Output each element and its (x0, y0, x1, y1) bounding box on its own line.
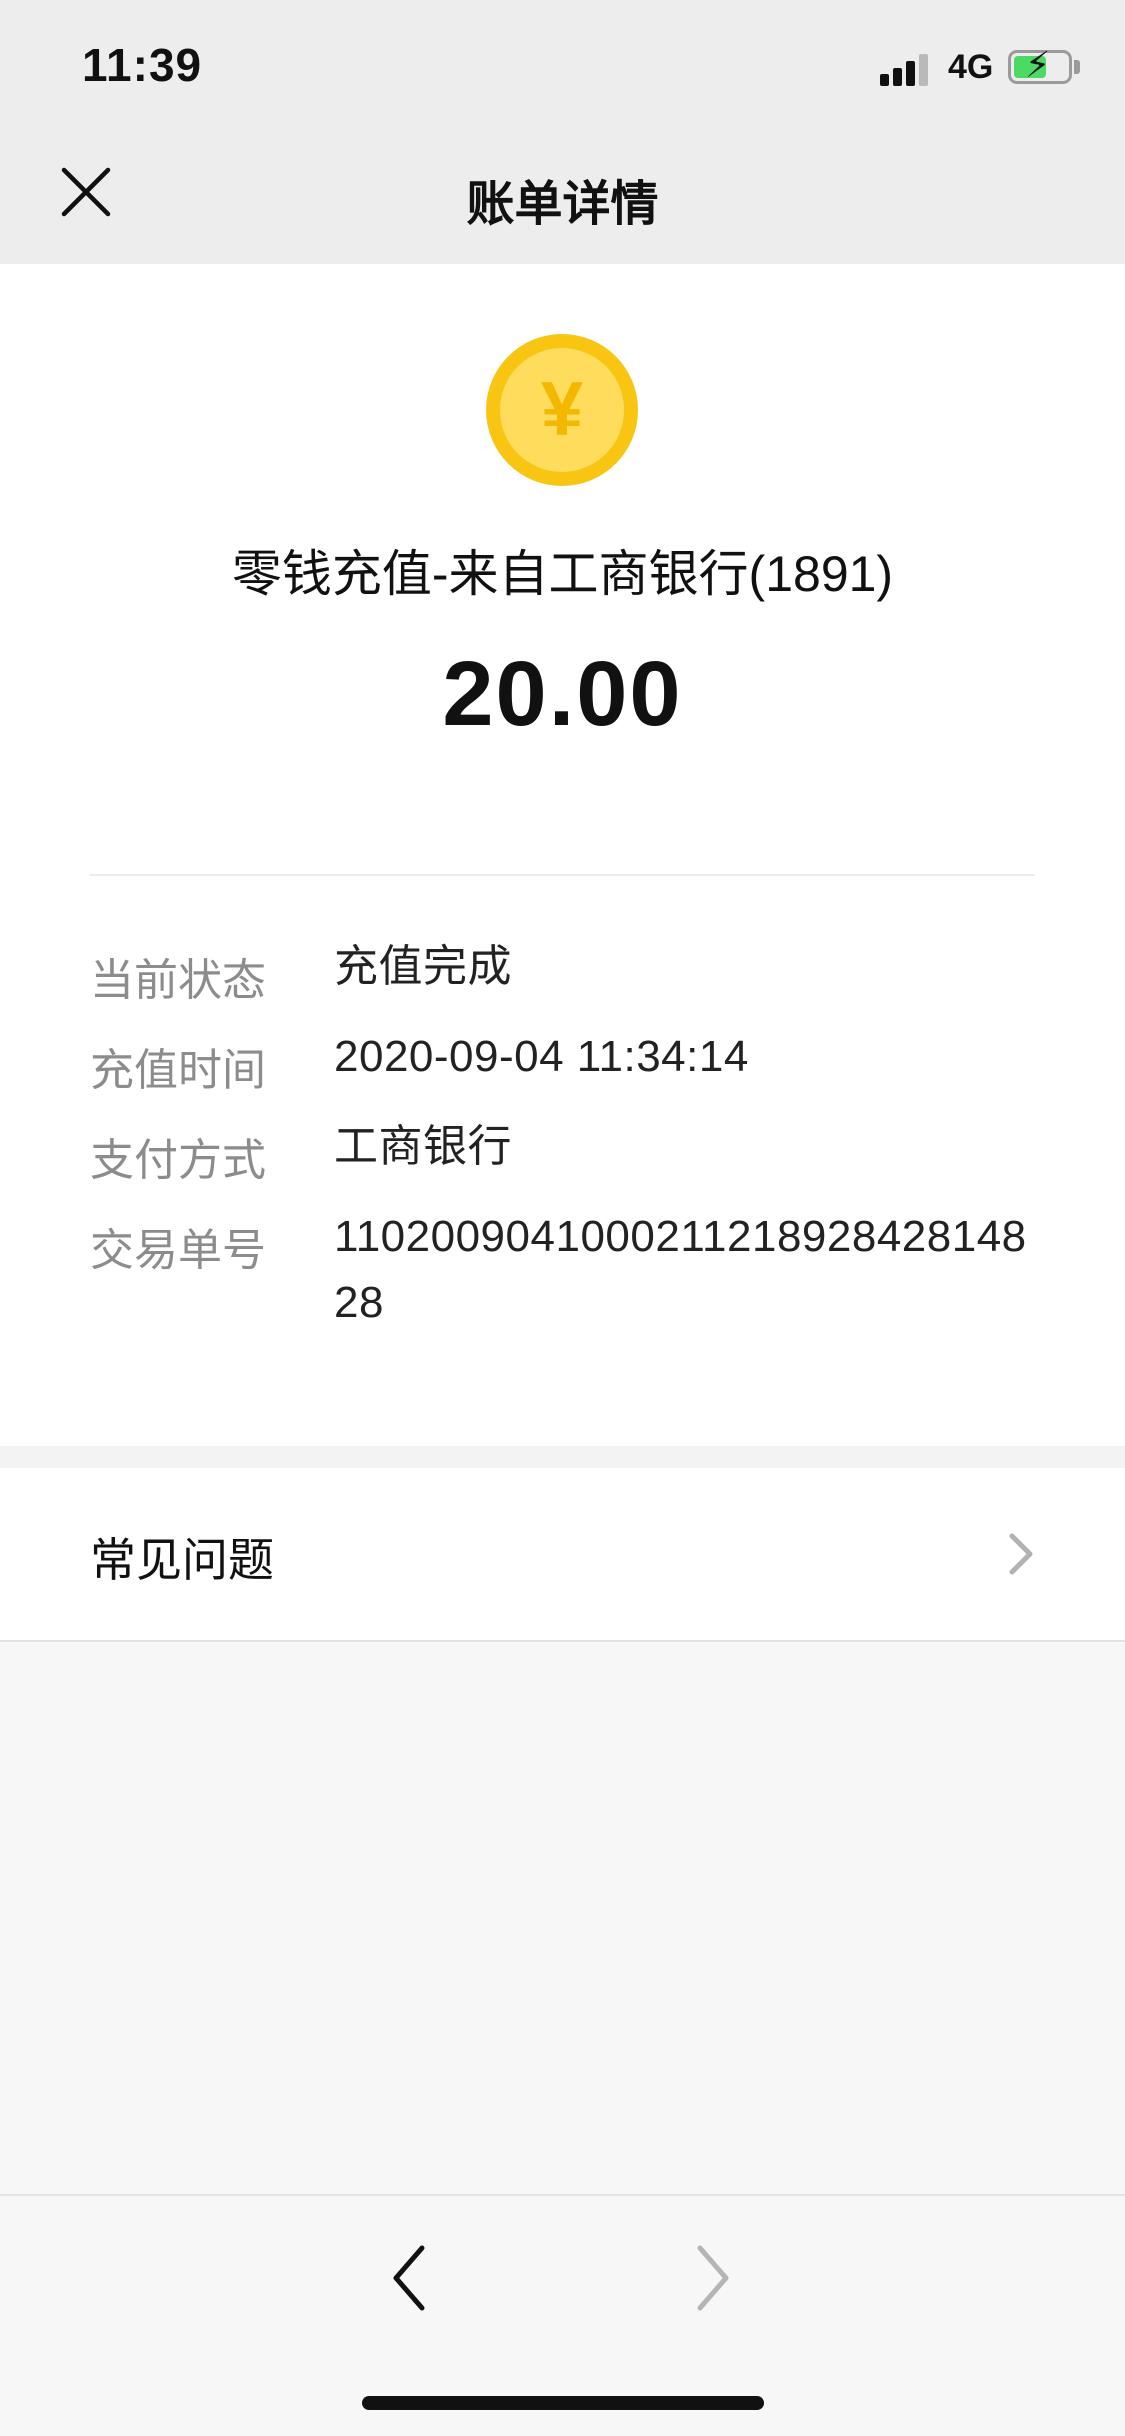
detail-label: 支付方式 (90, 1136, 266, 1185)
bill-amount: 20.00 (442, 643, 683, 745)
faq-label: 常见问题 (90, 1534, 274, 1586)
yuan-symbol: ¥ (540, 367, 584, 452)
page-title: 账单详情 (466, 178, 659, 231)
battery-tip (1074, 60, 1080, 74)
detail-value[interactable]: 110200904100021121892842814828 (334, 1204, 1034, 1336)
divider (90, 874, 1035, 876)
detail-label: 充值时间 (90, 1046, 266, 1095)
chevron-right-icon (1009, 1533, 1033, 1575)
faq-row[interactable]: 常见问题 (0, 1468, 1125, 1642)
chevron-left-icon (393, 2245, 425, 2311)
yuan-coin-icon: ¥ (486, 334, 638, 486)
home-indicator (362, 2396, 764, 2410)
empty-area (0, 1642, 1125, 2194)
network-label: 4G (948, 48, 994, 86)
chevron-right-icon (697, 2245, 729, 2311)
detail-label: 交易单号 (90, 1226, 266, 1275)
detail-value: 2020-09-04 11:34:14 (334, 1032, 749, 1081)
bill-title: 零钱充值-来自工商银行(1891) (231, 546, 894, 602)
navigation-bar: 账单详情 (0, 132, 1125, 264)
bill-detail-card: ¥ 零钱充值-来自工商银行(1891) 20.00 当前状态 充值完成 充值时间… (0, 264, 1125, 1446)
back-button[interactable] (384, 2238, 436, 2318)
forward-button[interactable] (686, 2238, 738, 2318)
section-separator (0, 1446, 1125, 1468)
detail-value: 充值完成 (334, 942, 512, 991)
status-bar: 11:39 4G ⚡ (0, 0, 1125, 132)
signal-icon (880, 52, 932, 86)
status-time: 11:39 (82, 39, 203, 91)
battery-charging-icon: ⚡ (1008, 47, 1072, 84)
detail-label: 当前状态 (90, 956, 266, 1005)
detail-value: 工商银行 (334, 1122, 512, 1171)
